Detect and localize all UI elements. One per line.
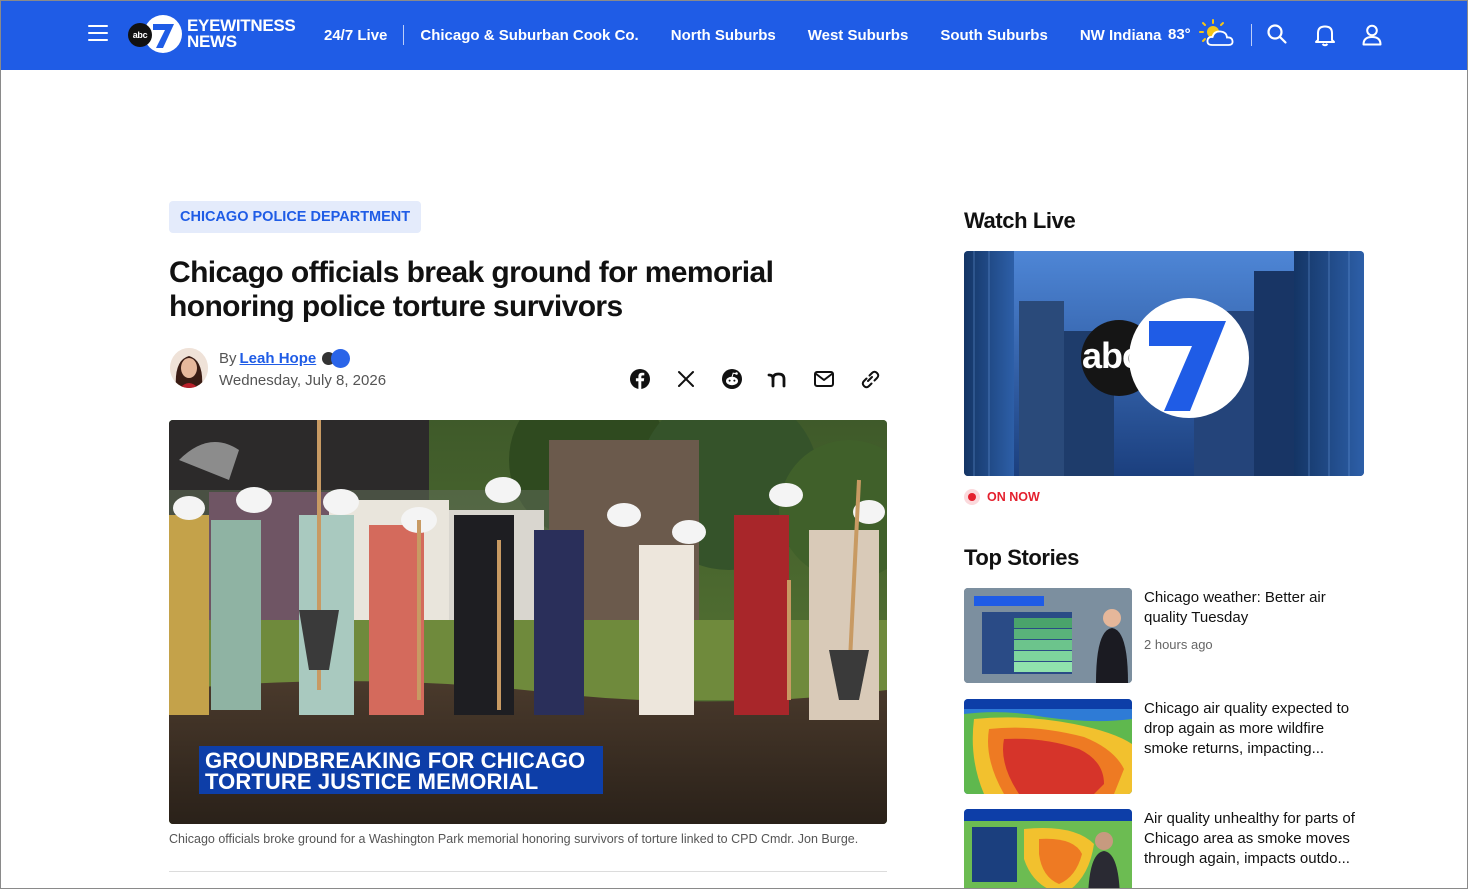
nav-nw-indiana[interactable]: NW Indiana	[1080, 27, 1162, 44]
publish-date: Wednesday, July 8, 2026	[219, 372, 387, 389]
story-thumbnail	[964, 588, 1132, 683]
nav-divider	[403, 25, 405, 45]
top-story-item[interactable]: Air quality unhealthy for parts of Chica…	[964, 809, 1364, 889]
story-thumbnail	[964, 809, 1132, 889]
primary-nav: 24/7 Live Chicago & Suburban Cook Co. No…	[324, 0, 1161, 70]
nav-north-suburbs[interactable]: North Suburbs	[671, 27, 776, 44]
on-now-indicator: ON NOW	[964, 489, 1040, 505]
live-video-player[interactable]: abc	[964, 251, 1364, 476]
category-tag[interactable]: CHICAGO POLICE DEPARTMENT	[169, 201, 422, 233]
story-thumbnail	[964, 699, 1132, 794]
abc7-logo-mark: abc	[128, 14, 182, 54]
story-title[interactable]: Air quality unhealthy for parts of Chica…	[1144, 809, 1366, 869]
article-headline: Chicago officials break ground for memor…	[169, 256, 774, 323]
nav-24-7-live[interactable]: 24/7 Live	[324, 27, 387, 44]
hero-lower-third: GROUNDBREAKING FOR CHICAGO TORTURE JUSTI…	[199, 746, 603, 794]
story-title[interactable]: Chicago weather: Better air quality Tues…	[1144, 588, 1366, 628]
logo-wordmark: EYEWITNESS NEWS	[187, 17, 296, 51]
logo-line-2: NEWS	[187, 32, 237, 51]
byline: By Leah Hope	[219, 349, 351, 368]
nav-south-suburbs[interactable]: South Suburbs	[940, 27, 1048, 44]
abc-badge: abc	[128, 23, 152, 47]
live-dot-icon	[964, 489, 980, 505]
temperature-reading[interactable]: 83°	[1168, 26, 1191, 43]
x-icon[interactable]	[675, 368, 697, 390]
top-story-item[interactable]: Chicago air quality expected to drop aga…	[964, 699, 1364, 795]
header-divider	[1251, 24, 1252, 46]
author-link[interactable]: Leah Hope	[240, 350, 317, 367]
link-icon[interactable]	[859, 368, 881, 390]
story-title[interactable]: Chicago air quality expected to drop aga…	[1144, 699, 1366, 759]
watch-live-heading: Watch Live	[964, 208, 1076, 233]
author-avatar[interactable]	[170, 348, 208, 388]
search-icon[interactable]	[1266, 23, 1288, 50]
menu-icon[interactable]	[88, 25, 108, 41]
lower-third-line-2: TORTURE JUSTICE MEMORIAL	[205, 769, 539, 794]
user-icon[interactable]	[1361, 23, 1383, 52]
nav-west-suburbs[interactable]: West Suburbs	[808, 27, 909, 44]
player-abc-wordmark: abc	[1082, 335, 1142, 376]
site-logo[interactable]: abc EYEWITNESS NEWS	[128, 14, 296, 54]
abc7-station-icon	[322, 349, 351, 368]
image-caption: Chicago officials broke ground for a Was…	[169, 832, 859, 846]
byline-prefix: By	[219, 349, 237, 367]
article-divider	[169, 871, 887, 872]
nextdoor-icon[interactable]	[767, 368, 789, 390]
reddit-icon[interactable]	[721, 368, 743, 390]
top-stories-heading: Top Stories	[964, 545, 1079, 570]
story-timestamp: 2 hours ago	[1144, 637, 1213, 652]
lower-third-line-1: GROUNDBREAKING FOR CHICAGO	[205, 748, 586, 773]
email-icon[interactable]	[813, 368, 835, 390]
bell-icon[interactable]	[1314, 23, 1336, 52]
facebook-icon[interactable]	[629, 368, 651, 390]
top-story-item[interactable]: Chicago weather: Better air quality Tues…	[964, 588, 1364, 684]
partly-cloudy-icon[interactable]	[1198, 19, 1240, 54]
top-navigation-bar: abc EYEWITNESS NEWS 24/7 Live Chicago & …	[0, 0, 1468, 70]
nav-chicago-suburban-cook[interactable]: Chicago & Suburban Cook Co.	[420, 27, 638, 44]
on-now-label: ON NOW	[987, 490, 1040, 504]
